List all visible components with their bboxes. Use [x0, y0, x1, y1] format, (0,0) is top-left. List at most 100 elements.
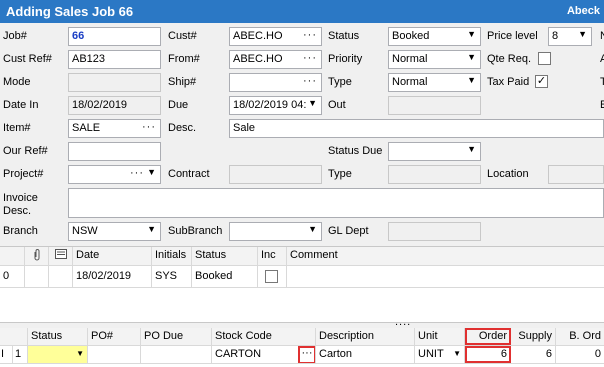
price-level-select[interactable]: 8 ▼ [548, 27, 592, 46]
description-cell[interactable]: Carton [316, 346, 415, 363]
b-ord-cell[interactable]: 0 [556, 346, 604, 363]
po-cell[interactable] [88, 346, 141, 363]
ellipsis-icon[interactable]: ··· [130, 167, 144, 179]
order-cell[interactable]: 6 [465, 346, 511, 363]
location-label: Location [487, 168, 529, 180]
tax-paid-checkbox[interactable]: ✓ [535, 75, 548, 88]
dropdown-arrow-icon[interactable]: ▼ [147, 167, 156, 177]
attachment-cell[interactable] [25, 266, 49, 287]
po-due-cell[interactable] [141, 346, 212, 363]
table-row[interactable]: 0 18/02/2019 SYS Booked [0, 266, 604, 288]
stock-code-cell[interactable]: CARTON ··· [212, 346, 316, 363]
due-field[interactable]: 18/02/2019 04: ▼ [229, 96, 322, 115]
table-row[interactable]: I 1 ▼ CARTON ··· Carton UNIT ▼ 6 6 0 [0, 346, 604, 364]
desc-field[interactable]: Sale [229, 119, 604, 138]
inc-checkbox[interactable] [265, 270, 278, 283]
status-header[interactable]: Status [28, 328, 88, 345]
supply-cell[interactable]: 6 [511, 346, 556, 363]
inc-cell[interactable] [258, 266, 287, 287]
type-label: Type [328, 76, 352, 88]
ship-label: Ship# [168, 76, 197, 88]
ellipsis-icon[interactable]: ··· [142, 121, 156, 133]
dropdown-arrow-icon[interactable]: ▼ [467, 29, 476, 39]
inc-header[interactable]: Inc [258, 247, 287, 265]
dropdown-arrow-icon[interactable]: ▼ [76, 349, 84, 358]
due-value: 18/02/2019 04: [233, 99, 307, 111]
project-field[interactable]: ··· ▼ [68, 165, 161, 184]
priority-select[interactable]: Normal ▼ [388, 50, 481, 69]
splitter-grip-icon[interactable]: .... [395, 316, 411, 328]
unit-header[interactable]: Unit [415, 328, 465, 345]
date-header[interactable]: Date [73, 247, 152, 265]
note-cell[interactable] [49, 266, 73, 287]
location-field[interactable] [548, 165, 604, 184]
comment-header[interactable]: Comment [287, 247, 604, 265]
qte-req-checkbox[interactable] [538, 52, 551, 65]
desc-label: Desc. [168, 122, 197, 134]
comment-cell[interactable] [287, 266, 604, 287]
cust-ref-field[interactable]: AB123 [68, 50, 161, 69]
ellipsis-icon[interactable]: ··· [298, 346, 315, 363]
branch-value: NSW [72, 225, 98, 237]
po-due-header[interactable]: PO Due [141, 328, 212, 345]
edge-label: T [600, 76, 604, 88]
status-due-select[interactable]: ▼ [388, 142, 481, 161]
unit-cell[interactable]: UNIT ▼ [415, 346, 465, 363]
from-field[interactable]: ABEC.HO ··· [229, 50, 322, 69]
status-select[interactable]: Booked ▼ [388, 27, 481, 46]
due-label: Due [168, 99, 189, 111]
dropdown-arrow-icon[interactable]: ▼ [147, 224, 156, 234]
description-header[interactable]: Description [316, 328, 415, 345]
ellipsis-icon[interactable]: ··· [303, 75, 317, 87]
status-header[interactable]: Status [192, 247, 258, 265]
note-icon[interactable] [49, 247, 73, 265]
type-value: Normal [392, 76, 428, 88]
type2-field[interactable] [388, 165, 481, 184]
order-header[interactable]: Order [465, 328, 511, 345]
out-field[interactable] [388, 96, 481, 115]
window-title: Adding Sales Job 66 [6, 4, 134, 19]
contract-field[interactable] [229, 165, 322, 184]
status-cell[interactable]: Booked [192, 266, 258, 287]
edge-label: A [600, 53, 604, 65]
type-select[interactable]: Normal ▼ [388, 73, 481, 92]
paperclip-icon[interactable] [25, 247, 49, 265]
ship-field[interactable]: ··· [229, 73, 322, 92]
mode-field[interactable] [68, 73, 161, 92]
invoice-desc-field[interactable] [68, 188, 604, 218]
item-field[interactable]: SALE ··· [68, 119, 161, 138]
gl-dept-field[interactable] [388, 222, 481, 241]
cust-ref-label: Cust Ref# [3, 53, 52, 65]
type2-label: Type [328, 168, 352, 180]
po-header[interactable]: PO# [88, 328, 141, 345]
stock-lines-grid: Status PO# PO Due Stock Code Description… [0, 328, 604, 367]
cust-field[interactable]: ABEC.HO ··· [229, 27, 322, 46]
from-value: ABEC.HO [233, 53, 283, 65]
status-grid-header: Date Initials Status Inc Comment [0, 247, 604, 266]
supply-header[interactable]: Supply [511, 328, 556, 345]
header-cell [0, 247, 25, 265]
ellipsis-icon[interactable]: ··· [303, 52, 317, 64]
date-cell[interactable]: 18/02/2019 [73, 266, 152, 287]
stock-code-value: CARTON [215, 348, 262, 360]
initials-header[interactable]: Initials [152, 247, 192, 265]
branch-select[interactable]: NSW ▼ [68, 222, 161, 241]
our-ref-field[interactable] [68, 142, 161, 161]
job-number-field[interactable]: 66 [68, 27, 161, 46]
price-level-label: Price level [487, 30, 538, 42]
date-in-field[interactable]: 18/02/2019 [68, 96, 161, 115]
dropdown-arrow-icon[interactable]: ▼ [306, 98, 317, 108]
dropdown-arrow-icon[interactable]: ▼ [308, 224, 317, 234]
line-status-select[interactable]: ▼ [28, 346, 88, 363]
dropdown-arrow-icon[interactable]: ▼ [578, 29, 587, 39]
dropdown-arrow-icon[interactable]: ▼ [467, 52, 476, 62]
dropdown-arrow-icon[interactable]: ▼ [453, 349, 461, 358]
subbranch-label: SubBranch [168, 225, 223, 237]
ellipsis-icon[interactable]: ··· [303, 29, 317, 41]
b-ord-header[interactable]: B. Ord [556, 328, 604, 345]
dropdown-arrow-icon[interactable]: ▼ [467, 75, 476, 85]
initials-cell[interactable]: SYS [152, 266, 192, 287]
stock-code-header[interactable]: Stock Code [212, 328, 316, 345]
subbranch-select[interactable]: ▼ [229, 222, 322, 241]
dropdown-arrow-icon[interactable]: ▼ [467, 144, 476, 154]
